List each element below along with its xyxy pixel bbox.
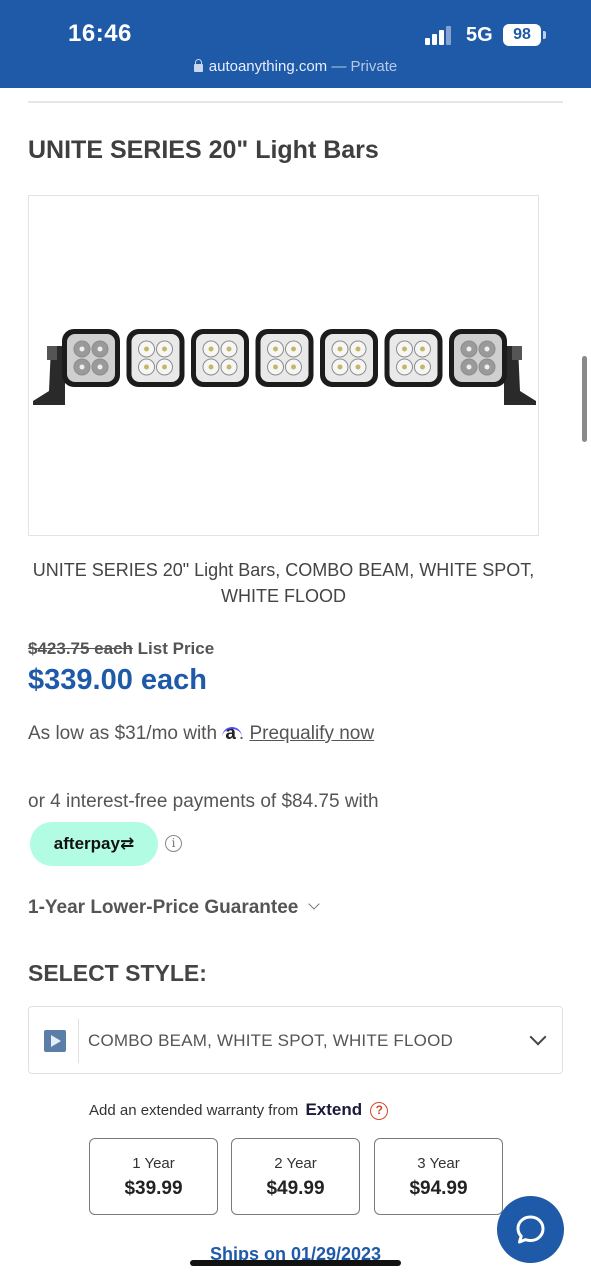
led-core [355,346,361,352]
led-core [79,364,85,370]
led-core [402,364,407,370]
led-core [466,346,472,352]
price-guarantee-toggle[interactable]: 1-Year Lower-Price Guarantee [28,897,321,919]
divider [78,1019,79,1063]
list-price: $423.75 each List Price [28,639,214,659]
light-pod-lens [67,334,115,382]
afterpay-text: or 4 interest-free payments of $84.75 wi… [28,791,379,812]
light-pod-lens [454,334,502,382]
status-bar: 16:46 5G 98 autoanything.com — Private [0,0,591,88]
play-icon [44,1030,66,1052]
warranty-prompt: Add an extended warranty from Extend ? [89,1100,389,1120]
led-core [291,364,296,370]
list-price-label: List Price [137,639,215,658]
product-title: UNITE SERIES 20" Light Bars [28,136,379,164]
divider [28,101,563,103]
led-core [97,364,103,370]
help-icon[interactable]: ? [370,1102,389,1120]
led-core [144,364,149,370]
select-style-heading: SELECT STYLE: [28,960,207,986]
afterpay-logo[interactable]: afterpay⇄ [30,822,158,866]
led-core [273,346,278,352]
home-indicator[interactable] [190,1260,401,1266]
plan-price: $94.99 [409,1178,468,1199]
light-bar-image [33,329,536,405]
led-core [402,346,407,352]
plan-term: 3 Year [417,1155,460,1172]
led-core [144,346,149,352]
light-pod-lens [131,334,180,382]
warranty-plan-3-year[interactable]: 3 Year $94.99 [374,1138,503,1215]
style-select-value: COMBO BEAM, WHITE SPOT, WHITE FLOOD [88,1031,453,1050]
led-core [97,346,103,352]
scrollbar-thumb[interactable] [582,356,587,442]
plan-term: 1 Year [132,1155,175,1172]
address-bar[interactable]: autoanything.com — Private [0,58,591,75]
led-core [291,346,296,352]
url-domain: autoanything.com [208,58,328,75]
led-core [420,364,425,370]
battery-nub [543,31,546,39]
chat-button[interactable] [497,1196,564,1263]
style-select[interactable]: COMBO BEAM, WHITE SPOT, WHITE FLOOD [28,1006,563,1074]
chevron-down-icon [308,898,321,910]
signal-strength-icon [425,25,455,45]
led-core [337,364,343,370]
plan-price: $49.99 [266,1178,325,1199]
led-core [208,346,214,352]
led-core [466,364,472,370]
extend-logo: Extend [305,1100,363,1119]
light-pod-lens [260,334,309,382]
sale-price: $339.00 each [28,664,207,696]
lock-icon [193,59,203,72]
led-core [79,346,85,352]
affirm-logo: a [222,723,242,745]
chevron-down-icon [529,1028,547,1046]
led-core [162,364,167,370]
affirm-text: As low as $31/mo with [28,723,218,744]
led-core [337,346,343,352]
led-core [484,364,490,370]
info-icon[interactable]: i [165,835,182,852]
network-type: 5G [466,24,493,46]
warranty-plan-2-year[interactable]: 2 Year $49.99 [231,1138,360,1215]
led-core [208,364,214,370]
product-image[interactable] [28,195,539,536]
product-caption: UNITE SERIES 20" Light Bars, COMBO BEAM,… [32,560,535,606]
list-price-value: $423.75 each [28,639,133,658]
affirm-financing: As low as $31/mo with a. Prequalify now [28,723,374,745]
led-core [420,346,425,352]
led-core [355,364,361,370]
light-pod-lens [389,334,438,382]
led-core [226,364,232,370]
status-time: 16:46 [68,20,132,47]
plan-term: 2 Year [274,1155,317,1172]
warranty-plan-1-year[interactable]: 1 Year $39.99 [89,1138,218,1215]
led-core [226,346,232,352]
led-core [162,346,167,352]
prequalify-link[interactable]: Prequalify now [249,723,374,744]
guarantee-label: 1-Year Lower-Price Guarantee [28,897,299,918]
url-private-label: — Private [331,58,398,75]
light-pod-lens [196,334,244,382]
led-core [484,346,490,352]
light-pod-lens [325,334,373,382]
plan-price: $39.99 [124,1178,183,1199]
chat-bubble-icon [516,1215,545,1244]
led-core [273,364,278,370]
battery-icon: 98 [503,24,541,46]
warranty-text: Add an extended warranty from [89,1102,299,1119]
